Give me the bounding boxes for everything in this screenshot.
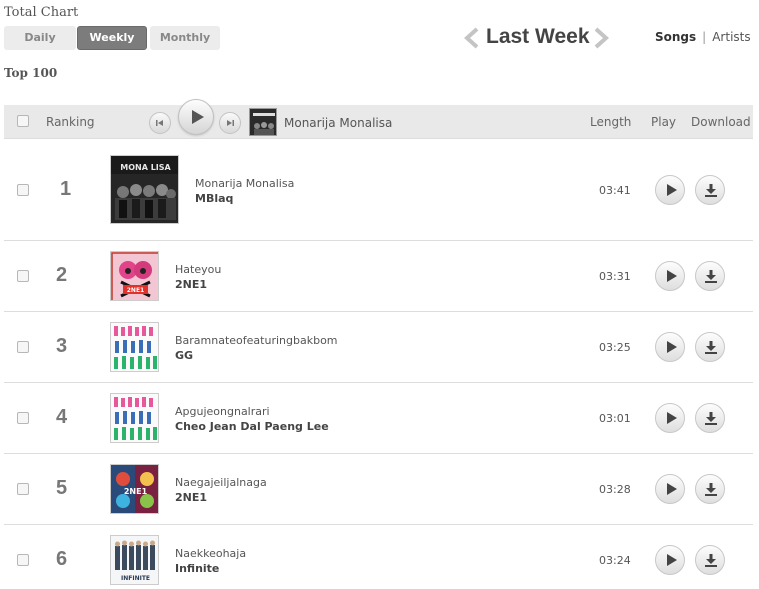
download-button[interactable]: [695, 474, 725, 504]
chart-row: 6 INFINITE Naekkeohaja Infinite 03:24: [4, 525, 753, 589]
song-title[interactable]: Apgujeongnalrari: [175, 405, 270, 418]
now-playing-title: Monarija Monalisa: [284, 116, 393, 130]
download-icon: [705, 483, 717, 496]
chart-row: 3 Baramnateofeaturingbakbom GG 03:25: [4, 312, 753, 383]
play-icon: [192, 110, 204, 124]
artists-link[interactable]: Artists: [712, 30, 750, 44]
album-cover[interactable]: [110, 393, 159, 443]
download-button[interactable]: [695, 261, 725, 291]
row-checkbox[interactable]: [17, 341, 29, 353]
rank-number: 1: [60, 178, 72, 200]
cover-lettering: MONA LISA: [120, 163, 171, 172]
period-label: Last Week: [486, 25, 590, 48]
album-cover[interactable]: 2NE1: [110, 251, 159, 301]
play-icon: [667, 483, 677, 495]
play-button[interactable]: [655, 332, 685, 362]
download-icon: [705, 341, 717, 354]
download-button[interactable]: [695, 545, 725, 575]
rank-number: 6: [56, 548, 68, 570]
row-checkbox[interactable]: [17, 554, 29, 566]
play-icon: [667, 412, 677, 424]
view-toggle: Songs | Artists: [655, 30, 751, 44]
tab-weekly[interactable]: Weekly: [77, 26, 147, 50]
cover-lettering: INFINITE: [121, 575, 150, 582]
rank-number: 5: [56, 477, 68, 499]
play-icon: [667, 554, 677, 566]
rank-number: 4: [56, 406, 68, 428]
artist-name[interactable]: GG: [175, 349, 193, 362]
artist-name[interactable]: MBlaq: [195, 192, 233, 205]
play-button[interactable]: [655, 403, 685, 433]
artist-name[interactable]: 2NE1: [175, 491, 207, 504]
album-cover[interactable]: [110, 322, 159, 372]
download-icon: [705, 270, 717, 283]
cover-lettering: 2NE1: [124, 487, 148, 496]
row-checkbox[interactable]: [17, 412, 29, 424]
tab-daily[interactable]: Daily: [4, 26, 76, 50]
section-title: Top 100: [4, 66, 58, 80]
next-track-button[interactable]: [219, 112, 241, 134]
length-column-header: Length: [590, 115, 632, 129]
artist-name[interactable]: 2NE1: [175, 278, 207, 291]
download-button[interactable]: [695, 332, 725, 362]
track-length: 03:01: [599, 412, 631, 425]
play-icon: [667, 270, 677, 282]
cover-lettering: 2NE1: [127, 287, 144, 294]
skip-forward-icon: [227, 120, 234, 126]
chart-row: 2 2NE1 Hateyou 2NE1 03:31: [4, 241, 753, 312]
now-playing-cover: [249, 108, 277, 136]
chevron-left-icon[interactable]: [463, 27, 481, 49]
play-button[interactable]: [655, 474, 685, 504]
song-title[interactable]: Naekkeohaja: [175, 547, 246, 560]
album-cover[interactable]: INFINITE: [110, 535, 159, 585]
row-checkbox[interactable]: [17, 184, 29, 196]
page-title: Total Chart: [4, 5, 79, 20]
play-icon: [667, 341, 677, 353]
download-button[interactable]: [695, 403, 725, 433]
download-button[interactable]: [695, 175, 725, 205]
song-title[interactable]: Naegajeiljalnaga: [175, 476, 267, 489]
rank-number: 2: [56, 264, 68, 286]
play-icon: [667, 184, 677, 196]
song-title[interactable]: Hateyou: [175, 263, 221, 276]
chart-row: 5 2NE1 Naegajeiljalnaga 2NE1 03:28: [4, 454, 753, 525]
download-icon: [705, 412, 717, 425]
play-button[interactable]: [655, 175, 685, 205]
select-all-checkbox[interactable]: [17, 115, 29, 127]
previous-track-button[interactable]: [149, 112, 171, 134]
main-play-button[interactable]: [178, 99, 214, 135]
chart-row: 4 Apgujeongnalrari Cheo Jean Dal Paeng L…: [4, 383, 753, 454]
download-icon: [705, 184, 717, 197]
artist-name[interactable]: Infinite: [175, 562, 219, 575]
chart-row: 1 MONA LISA Monarija Monalisa MBlaq 03:4…: [4, 140, 753, 241]
chart-header-bar: Ranking Monarija Monalisa Length Play Do…: [4, 99, 753, 139]
row-checkbox[interactable]: [17, 270, 29, 282]
album-cover[interactable]: MONA LISA: [110, 155, 179, 224]
songs-link[interactable]: Songs: [655, 30, 696, 44]
play-button[interactable]: [655, 545, 685, 575]
play-button[interactable]: [655, 261, 685, 291]
track-length: 03:24: [599, 554, 631, 567]
album-cover[interactable]: 2NE1: [110, 464, 159, 514]
song-title[interactable]: Baramnateofeaturingbakbom: [175, 334, 338, 347]
song-title[interactable]: Monarija Monalisa: [195, 177, 294, 190]
tab-monthly[interactable]: Monthly: [150, 26, 220, 50]
track-length: 03:25: [599, 341, 631, 354]
skip-back-icon: [156, 120, 163, 126]
download-column-header: Download: [691, 115, 751, 129]
track-length: 03:41: [599, 184, 631, 197]
row-checkbox[interactable]: [17, 483, 29, 495]
track-length: 03:28: [599, 483, 631, 496]
ranking-column-header: Ranking: [46, 115, 95, 129]
separator: |: [702, 30, 707, 44]
play-column-header: Play: [651, 115, 677, 129]
rank-number: 3: [56, 335, 68, 357]
artist-name[interactable]: Cheo Jean Dal Paeng Lee: [175, 420, 329, 433]
chevron-right-icon[interactable]: [592, 27, 610, 49]
download-icon: [705, 554, 717, 567]
track-length: 03:31: [599, 270, 631, 283]
